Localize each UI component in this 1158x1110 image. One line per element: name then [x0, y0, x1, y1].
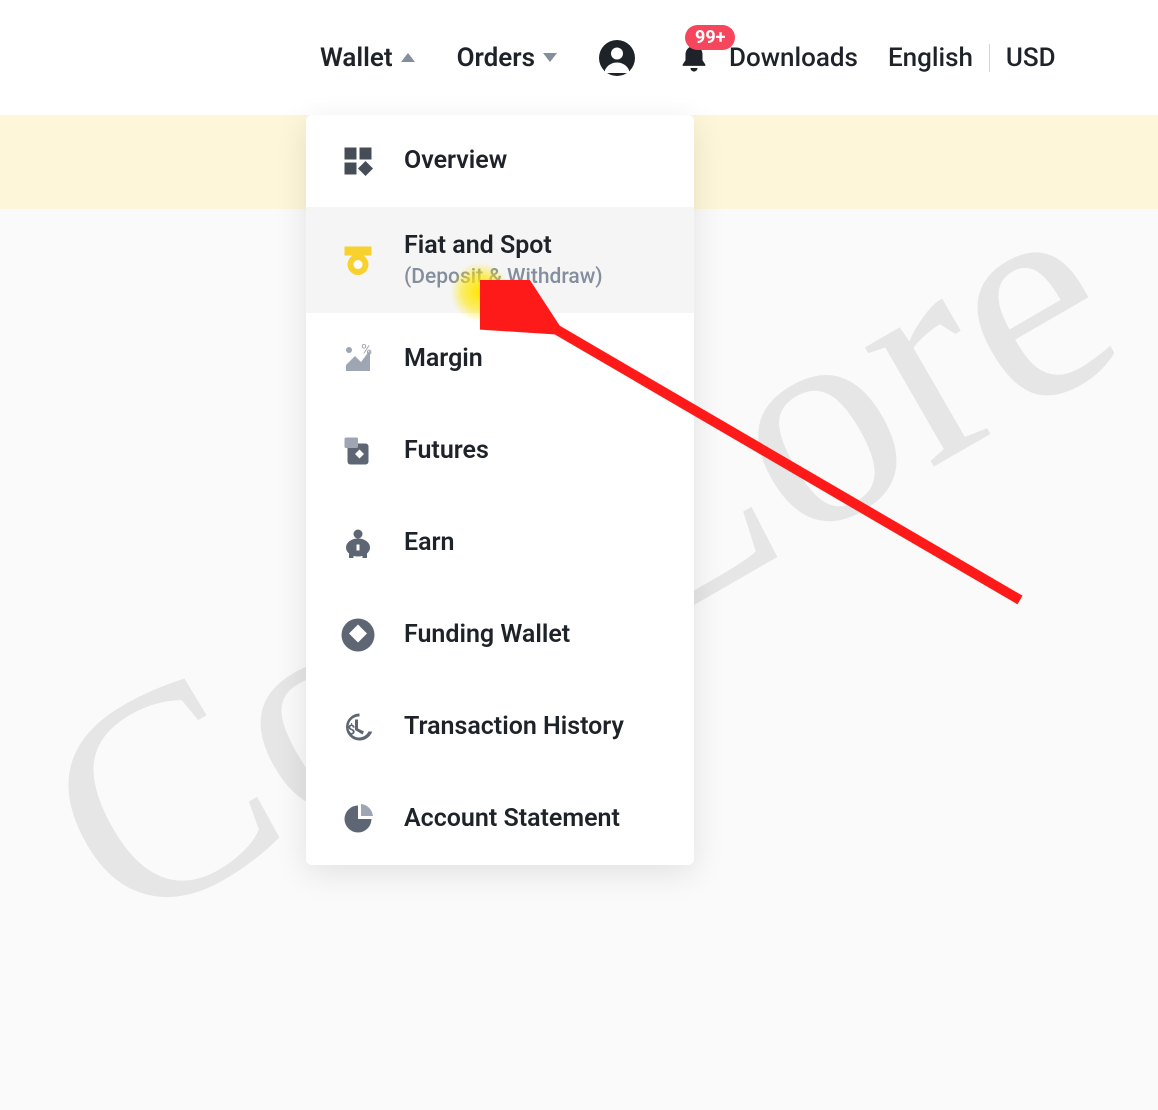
- earn-icon: [340, 525, 376, 561]
- menu-item-earn[interactable]: Earn: [306, 497, 694, 589]
- svg-text:%: %: [361, 341, 372, 359]
- wallet-dropdown: Overview Fiat and Spot (Deposit & Withdr…: [306, 115, 694, 865]
- wallet-label: Wallet: [320, 43, 393, 73]
- menu-label: Funding Wallet: [404, 620, 570, 650]
- downloads-link[interactable]: Downloads: [729, 43, 858, 73]
- funding-icon: [340, 617, 376, 653]
- caret-up-icon: [401, 53, 415, 62]
- svg-text:$: $: [348, 723, 356, 739]
- divider: [989, 44, 990, 72]
- menu-item-overview[interactable]: Overview: [306, 115, 694, 207]
- futures-icon: [340, 433, 376, 469]
- menu-item-transaction-history[interactable]: $ Transaction History: [306, 681, 694, 773]
- orders-menu-trigger[interactable]: Orders: [457, 43, 557, 73]
- notifications-icon[interactable]: 99+: [677, 39, 711, 77]
- account-icon[interactable]: [599, 40, 635, 76]
- currency-switch[interactable]: USD: [1006, 43, 1056, 73]
- menu-label: Margin: [404, 344, 483, 374]
- overview-icon: [340, 143, 376, 179]
- statement-icon: [340, 801, 376, 837]
- menu-sublabel: (Deposit & Withdraw): [404, 265, 603, 289]
- menu-label: Fiat and Spot: [404, 231, 603, 261]
- fiat-spot-icon: [340, 242, 376, 278]
- margin-icon: %: [340, 341, 376, 377]
- menu-label: Transaction History: [404, 712, 624, 742]
- menu-item-funding-wallet[interactable]: Funding Wallet: [306, 589, 694, 681]
- caret-down-icon: [543, 53, 557, 62]
- wallet-menu-trigger[interactable]: Wallet: [320, 43, 415, 73]
- menu-label: Earn: [404, 528, 455, 558]
- language-switch[interactable]: English: [888, 43, 973, 73]
- menu-label: Account Statement: [404, 804, 620, 834]
- menu-item-account-statement[interactable]: Account Statement: [306, 773, 694, 865]
- notif-badge: 99+: [685, 25, 735, 50]
- menu-label: Overview: [404, 146, 507, 176]
- menu-item-futures[interactable]: Futures: [306, 405, 694, 497]
- menu-label: Futures: [404, 436, 489, 466]
- history-icon: $: [340, 709, 376, 745]
- orders-label: Orders: [457, 43, 535, 73]
- menu-item-fiat-and-spot[interactable]: Fiat and Spot (Deposit & Withdraw): [306, 207, 694, 313]
- top-nav: Wallet Orders 99+ Downloads English USD: [0, 0, 1158, 115]
- menu-item-margin[interactable]: % Margin: [306, 313, 694, 405]
